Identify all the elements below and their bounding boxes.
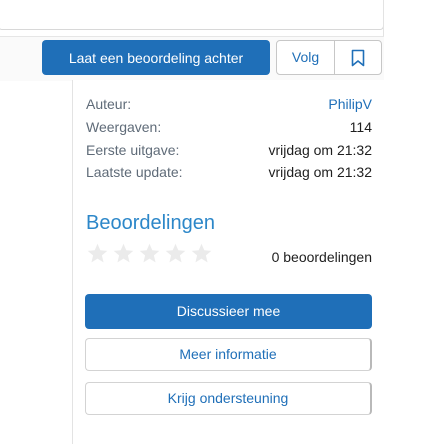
meta-row-last-update: Laatste update: vrijdag om 21:32	[86, 161, 372, 183]
review-count: 0 beoordelingen	[271, 249, 372, 265]
meta-row-views: Weergaven: 114	[86, 116, 372, 138]
meta-label: Eerste uitgave:	[86, 142, 180, 158]
star-icon	[191, 243, 212, 263]
follow-bookmark-group: Volg	[276, 40, 382, 75]
addon-sidebar: Laat een beoordeling achter Volg Auteur:…	[0, 0, 435, 444]
discuss-button[interactable]: Discussieer mee	[85, 294, 372, 329]
bookmark-icon	[351, 49, 365, 66]
star-icon	[113, 243, 134, 263]
more-info-button[interactable]: Meer informatie	[85, 338, 372, 371]
meta-row-first-release: Eerste uitgave: vrijdag om 21:32	[86, 139, 372, 161]
get-support-button[interactable]: Krijg ondersteuning	[85, 382, 372, 415]
star-icon	[87, 243, 108, 263]
meta-value: vrijdag om 21:32	[268, 164, 372, 180]
top-panel	[0, 0, 384, 30]
star-icon	[139, 243, 160, 263]
author-link[interactable]: PhilipV	[328, 93, 372, 115]
meta-label: Auteur:	[86, 96, 132, 112]
meta-label: Laatste update:	[86, 164, 183, 180]
follow-button[interactable]: Volg	[277, 41, 335, 74]
meta-label: Weergaven:	[86, 119, 162, 135]
meta-value: vrijdag om 21:32	[268, 142, 372, 158]
leave-review-button[interactable]: Laat een beoordeling achter	[42, 40, 270, 75]
meta-value: 114	[349, 119, 372, 135]
star-icon	[165, 243, 186, 263]
bookmark-button[interactable]	[335, 41, 381, 74]
rating-stars	[86, 242, 213, 266]
ratings-title: Beoordelingen	[86, 212, 215, 234]
meta-row-author: Auteur: PhilipV	[86, 93, 372, 115]
